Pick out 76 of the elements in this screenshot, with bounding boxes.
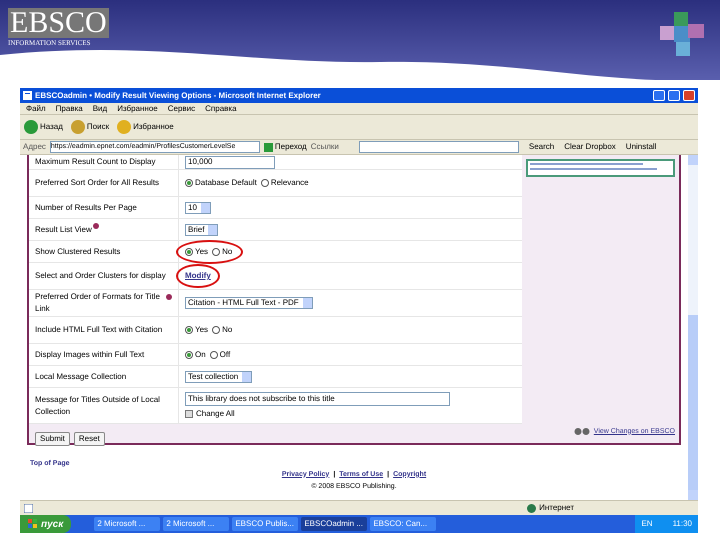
dropdown[interactable]: Brief (185, 224, 218, 236)
radio-button[interactable] (185, 179, 193, 187)
input-field[interactable]: This library does not subscribe to this title (185, 392, 450, 406)
checkbox-label[interactable]: Change All (196, 408, 235, 420)
setting-label: Number of Results Per Page (29, 197, 179, 218)
taskbar-button[interactable]: EBSCO: Can... (370, 517, 436, 531)
radio-label[interactable]: Yes (195, 246, 208, 258)
menu-item[interactable]: Файл (26, 102, 46, 114)
taskbar-button[interactable]: EBSCOadmin ... (301, 517, 368, 531)
setting-label: Result List View (29, 219, 179, 240)
caret-icon (302, 298, 312, 308)
radio-label[interactable]: No (222, 246, 232, 258)
glasses-icon (574, 428, 590, 436)
toolbar-search-field[interactable] (358, 141, 519, 153)
setting-label: Show Clustered Results (29, 241, 179, 262)
modify-link[interactable]: Modify (185, 270, 211, 282)
form-button[interactable]: Submit (35, 432, 70, 446)
radio-button[interactable] (210, 350, 218, 358)
radio-label[interactable]: Relevance (270, 177, 309, 189)
taskbar-button[interactable]: EBSCO Publis... (232, 517, 298, 531)
radio-button[interactable] (212, 248, 220, 256)
setting-label: Preferred Order of Formats for Title Link (29, 290, 179, 316)
radio-label[interactable]: Off (220, 348, 230, 360)
radio-button[interactable] (212, 326, 220, 334)
menu-item[interactable]: Справка (205, 102, 237, 114)
setting-label: Message for Titles Outside of Local Collection (29, 388, 179, 423)
radio-button[interactable] (185, 350, 193, 358)
radio-button[interactable] (185, 248, 193, 256)
radio-label[interactable]: On (195, 348, 206, 360)
form-button[interactable]: Reset (74, 432, 105, 446)
setting-label: Include HTML Full Text with Citation (29, 317, 179, 343)
checkbox[interactable] (185, 410, 193, 418)
dropdown[interactable]: Test collection (185, 370, 252, 382)
address-label: Адрес (23, 141, 46, 153)
toolbar-button[interactable]: Поиск (70, 120, 110, 134)
radio-label[interactable]: Database Default (195, 177, 257, 189)
menu-item[interactable]: Сервис (168, 102, 196, 114)
menu-item[interactable]: Вид (92, 102, 108, 114)
setting-label: Preferred Sort Order for All Results (29, 170, 179, 196)
setting-label: Local Message Collection (29, 366, 179, 387)
logo-text: EBSCO (8, 8, 109, 38)
start-button[interactable]: пуск (20, 515, 72, 533)
menu-item[interactable]: Правка (56, 102, 83, 114)
radio-label[interactable]: No (222, 324, 232, 336)
input-field[interactable]: 10,000 (185, 156, 275, 168)
caret-icon (200, 202, 210, 212)
radio-label[interactable]: Yes (195, 324, 208, 336)
page-icon (23, 91, 32, 100)
toolbar-button[interactable]: Clear Dropbox (564, 141, 616, 153)
radio-button[interactable] (185, 326, 193, 334)
scrollbar[interactable] (688, 155, 698, 500)
clock-text: 11:30 (672, 518, 692, 530)
links-label: Ссылки (310, 141, 339, 153)
caret-icon (208, 224, 218, 234)
go-button[interactable]: Переход (264, 141, 307, 153)
window-title: EBSCOadmin • Modify Result Viewing Options - Microsoft Internet Explorer (35, 90, 322, 102)
setting-label: Display Images within Full Text (29, 344, 179, 365)
toolbar-button[interactable]: Назад (24, 120, 63, 134)
maximize-button[interactable] (668, 90, 680, 101)
status-zone: Интернет (539, 502, 574, 514)
taskbar-button[interactable]: 2 Microsoft ... (94, 517, 160, 531)
toolbar-button[interactable]: Uninstall (626, 141, 656, 153)
setting-label: Maximum Result Count to Display (29, 155, 179, 169)
close-button[interactable] (683, 90, 695, 101)
dropdown[interactable]: Citation - HTML Full Text - PDF (185, 297, 313, 309)
radio-button[interactable] (260, 179, 269, 187)
toolbar-button[interactable]: Search (528, 141, 554, 153)
setting-label: Select and Order Clusters for display (29, 263, 179, 289)
minimize-button[interactable] (653, 90, 665, 101)
taskbar-button[interactable]: 2 Microsoft ... (163, 517, 230, 531)
page-icon (24, 504, 33, 512)
windows-logo-icon (28, 519, 38, 529)
menu-item[interactable]: Избранное (117, 102, 158, 114)
caret-icon (242, 372, 252, 382)
toolbar-button[interactable]: Избранное (117, 120, 174, 134)
dropdown[interactable]: 10 (185, 202, 211, 214)
